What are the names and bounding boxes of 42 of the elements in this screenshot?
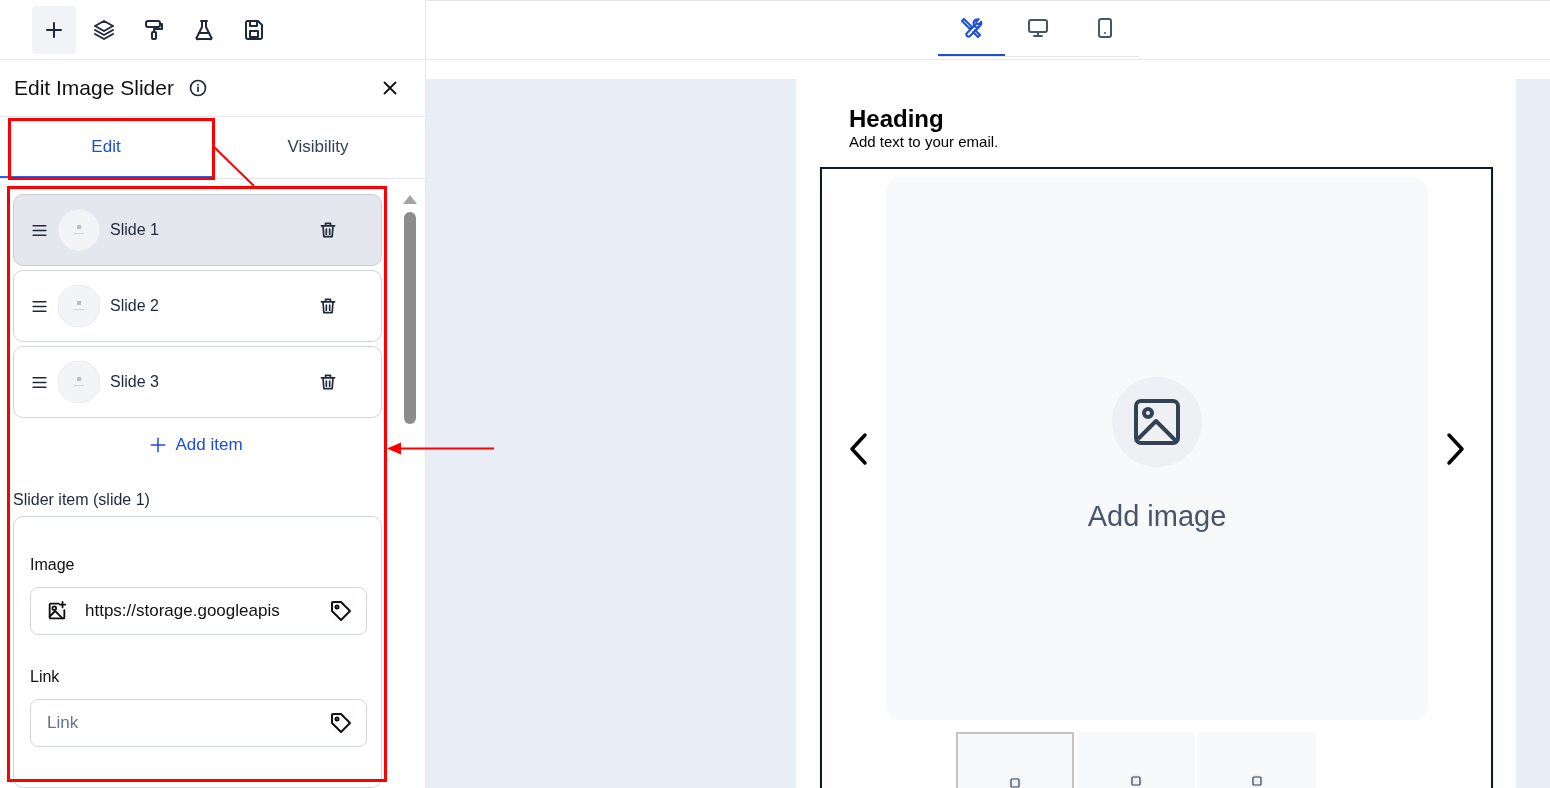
leader-line [213,146,255,187]
panel-title: Edit Image Slider [14,75,174,102]
image-icon [1112,377,1202,468]
plus-icon [149,435,168,454]
slide-item[interactable]: Slide 1 [13,194,382,266]
info-icon[interactable] [187,78,208,98]
thumbnail-icon [58,285,100,327]
image-icon [1249,774,1264,788]
thumbnail[interactable] [1076,732,1195,788]
image-add-icon [46,599,68,622]
paint-roller-icon [142,17,166,42]
image-icon [1007,776,1022,788]
add-image-label: Add image [1087,499,1227,535]
trash-icon[interactable] [318,372,338,392]
section-label: Slider item (slide 1) [13,489,151,510]
trash-icon[interactable] [318,296,338,316]
thumbnail-icon [58,361,100,403]
thumbnail-icon [58,209,100,251]
link-field[interactable]: Link [30,698,367,747]
save-icon [242,17,266,42]
slide-item[interactable]: Slide 2 [13,270,382,342]
tab[interactable]: Visibility [212,117,424,178]
layers-icon [92,17,116,42]
field-label: Image [30,554,76,575]
scrollbar-thumb[interactable] [404,212,417,424]
tag-icon[interactable] [329,710,353,735]
paragraph: Add text to your email. [849,133,999,151]
slide-item[interactable]: Slide 3 [13,346,382,418]
add-item-button[interactable]: Add item [149,432,243,458]
image-url-field[interactable]: https://storage.googleapis [30,586,367,635]
thumbnail[interactable] [955,732,1074,788]
thumbnail[interactable] [1197,732,1316,788]
image-icon [1128,774,1143,788]
tab[interactable]: Edit [0,117,212,178]
field-label: Link [30,666,61,687]
wrench-screwdriver-icon [959,15,983,40]
heading: Heading [849,105,944,133]
flask-icon [192,17,216,42]
image-placeholder[interactable]: Add image [886,178,1428,720]
trash-icon[interactable] [318,220,338,240]
tag-icon[interactable] [329,598,353,623]
toolbar-button[interactable] [32,5,76,54]
